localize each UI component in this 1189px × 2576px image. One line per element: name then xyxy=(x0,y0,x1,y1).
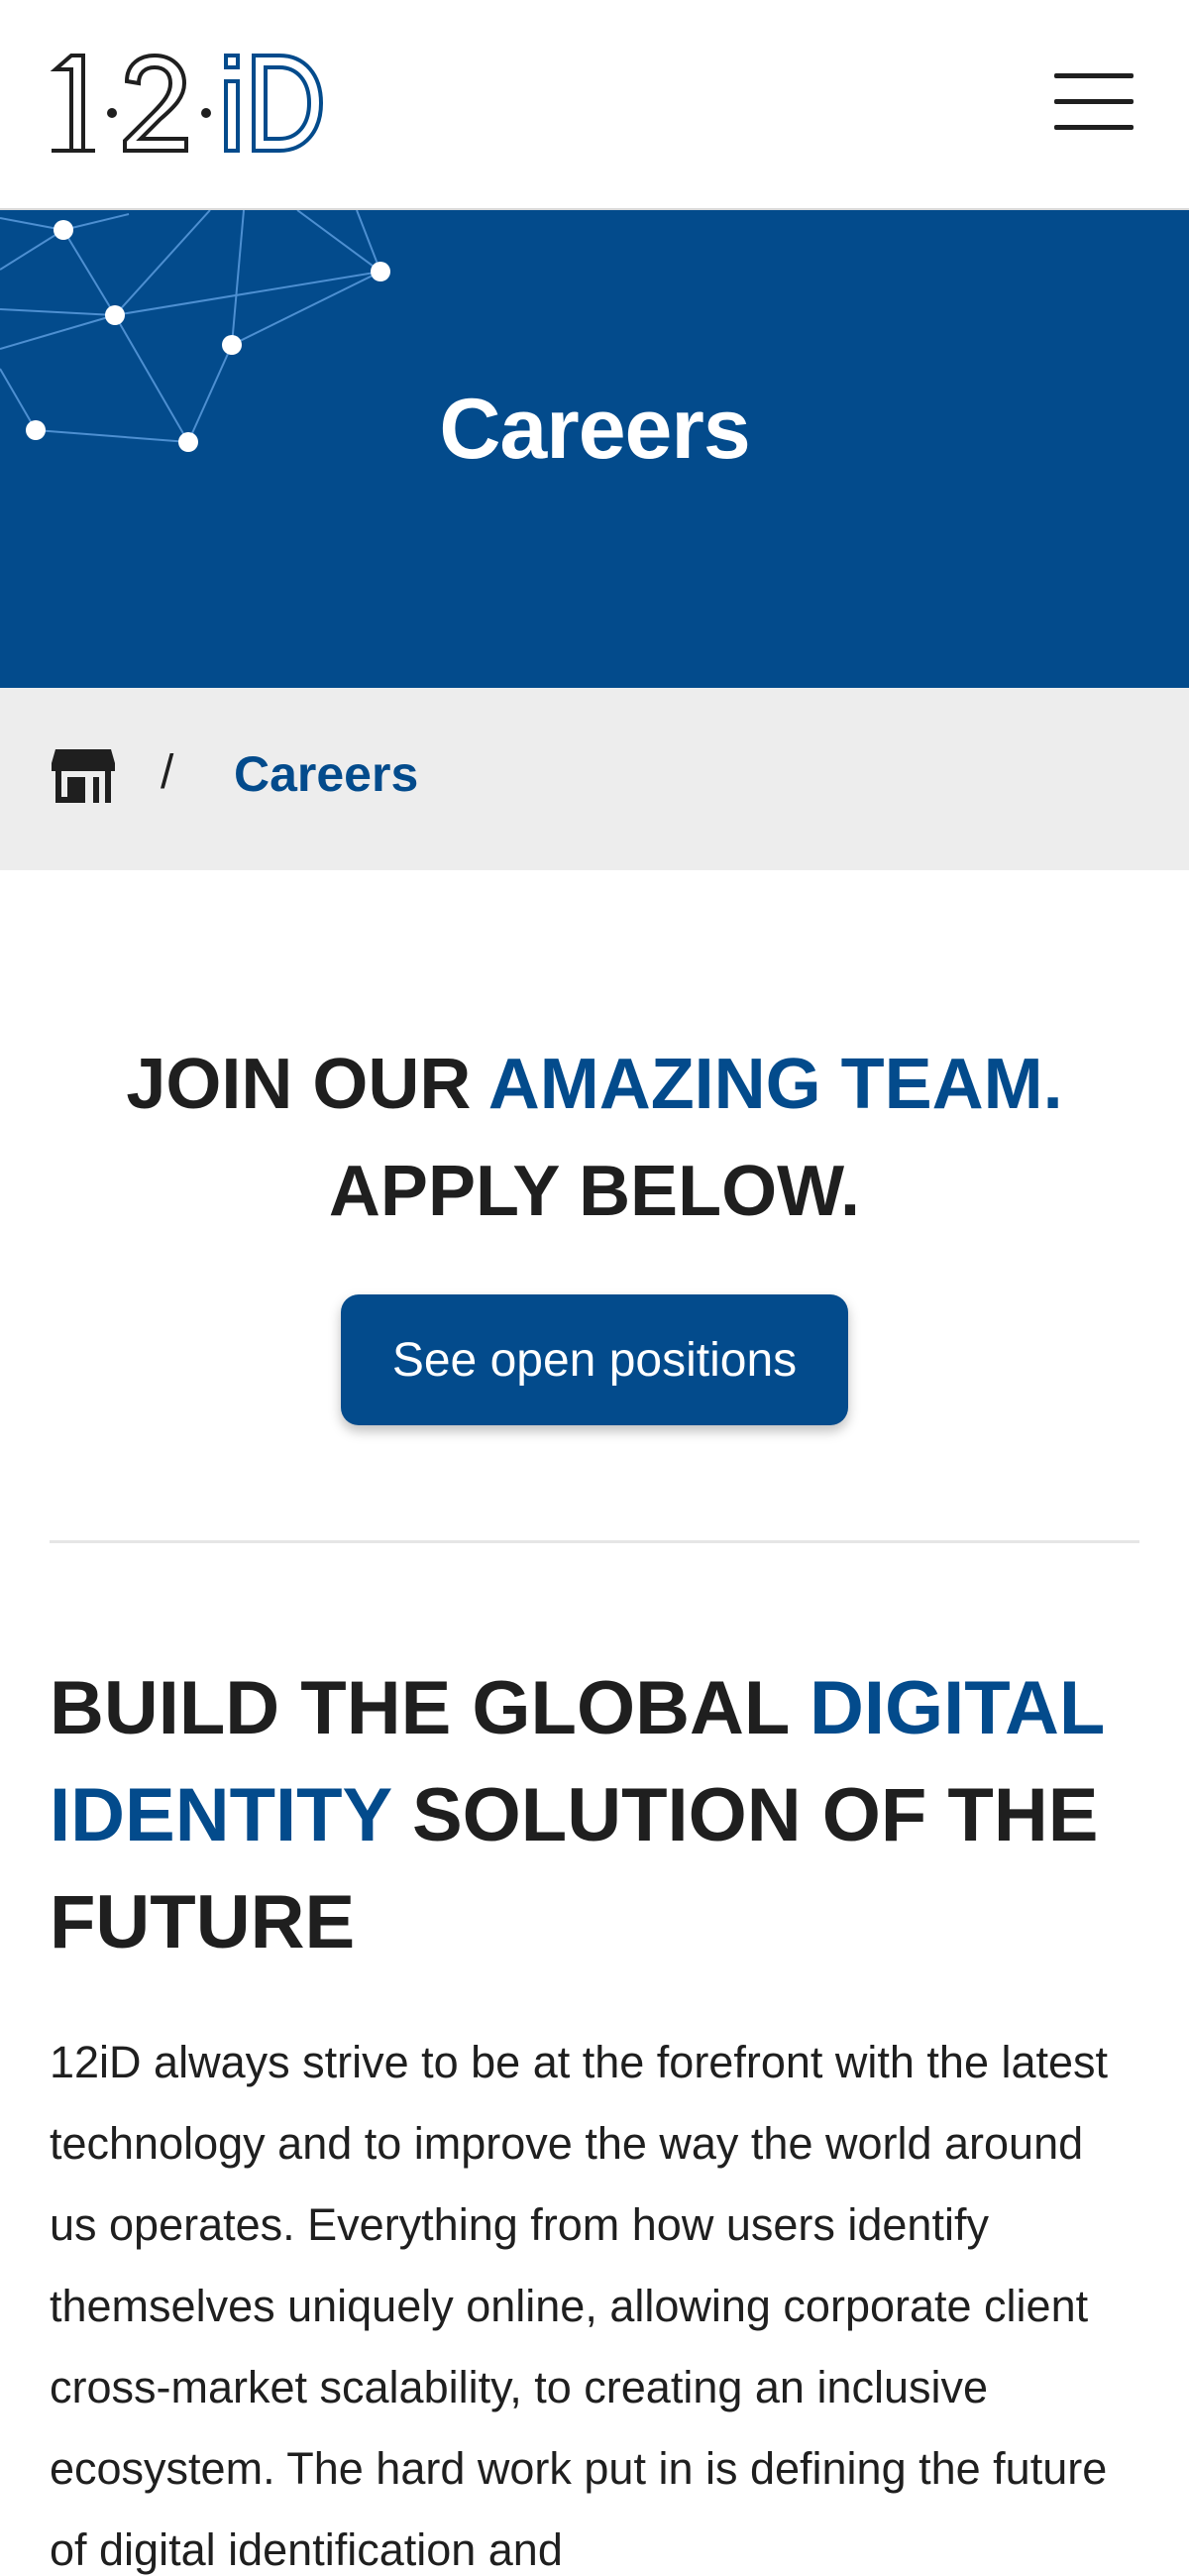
breadcrumb-current[interactable]: Careers xyxy=(234,745,418,803)
hero-banner: Careers xyxy=(0,210,1189,688)
build-body-text: 12iD always strive to be at the forefron… xyxy=(50,2037,1109,2575)
see-open-positions-button[interactable]: See open positions xyxy=(341,1294,848,1425)
site-header xyxy=(0,0,1189,210)
breadcrumb xyxy=(0,688,1189,870)
section-divider xyxy=(50,1540,1139,1543)
page-title: Careers xyxy=(439,382,750,477)
hamburger-menu-icon-bar xyxy=(1054,125,1134,130)
join-heading: JOIN OUR AMAZING TEAM. APPLY BELOW. xyxy=(59,1031,1130,1245)
join-heading-text: JOIN OUR xyxy=(126,1045,488,1124)
join-heading-subtext: APPLY BELOW. xyxy=(328,1152,861,1231)
hamburger-menu-icon xyxy=(1054,73,1134,78)
logo-icon xyxy=(50,53,324,153)
logo-link[interactable] xyxy=(50,52,324,159)
join-heading-accent: AMAZING TEAM. xyxy=(487,1045,1063,1124)
build-heading-text: BUILD THE GLOBAL xyxy=(50,1666,811,1750)
breadcrumb-home-link[interactable] xyxy=(50,747,117,805)
home-icon xyxy=(52,749,115,803)
breadcrumb-separator: / xyxy=(161,746,174,799)
build-heading: BUILD THE GLOBAL DIGITAL IDENTITY SOLUTI… xyxy=(50,1655,1139,1976)
hamburger-menu-icon-bar xyxy=(1054,99,1134,104)
menu-toggle-button[interactable] xyxy=(1048,69,1137,133)
